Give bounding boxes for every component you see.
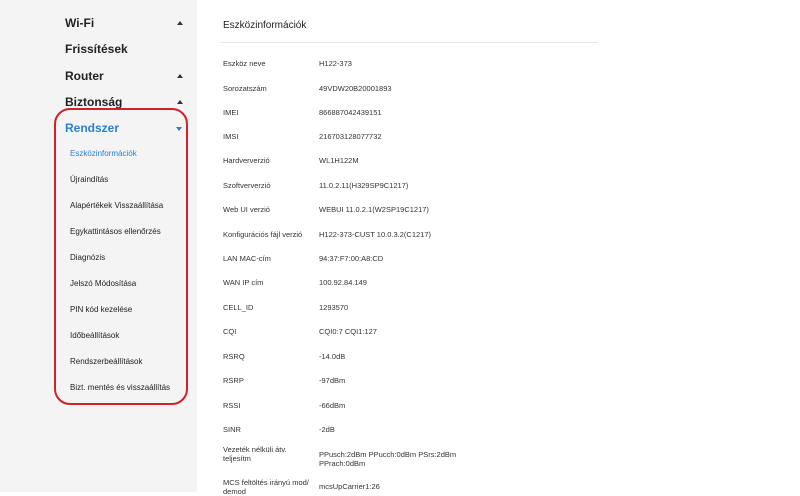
info-value-config: H122-373-CUST 10.0.3.2(C1217) <box>319 230 432 239</box>
info-label-wan-ip: WAN IP cím <box>223 278 264 287</box>
submenu-system-settings[interactable]: Rendszerbeállítások <box>70 357 142 366</box>
info-value-imsi: 216703128077732 <box>319 132 382 141</box>
menu-router[interactable]: Router <box>65 69 104 83</box>
info-label-webui: Web UI verzió <box>223 205 270 214</box>
chevron-up-icon[interactable] <box>177 21 183 25</box>
info-value-rsrq: -14.0dB <box>319 352 346 361</box>
submenu-time-settings[interactable]: Időbeállítások <box>70 331 119 340</box>
info-value-wan-ip: 100.92.84.149 <box>319 278 367 287</box>
chevron-up-icon[interactable] <box>177 74 183 78</box>
info-label-tx-power: Vezeték nélküli átv. teljesítm <box>223 445 287 463</box>
submenu-factory-reset[interactable]: Alapértékek Visszaállítása <box>70 201 163 210</box>
info-value-imei: 866887042439151 <box>319 108 382 117</box>
info-label-cell-id: CELL_ID <box>223 303 254 312</box>
submenu-change-password[interactable]: Jelszó Módosítása <box>70 279 136 288</box>
submenu-one-click-check[interactable]: Egykattintásos ellenőrzés <box>70 227 161 236</box>
info-label-lan-mac: LAN MAC-cím <box>223 254 271 263</box>
menu-security[interactable]: Biztonság <box>65 95 122 109</box>
info-label-rssi: RSSI <box>223 401 241 410</box>
title-divider <box>220 42 598 43</box>
menu-updates[interactable]: Frissítések <box>65 42 128 56</box>
info-value-rssi: -66dBm <box>319 401 346 410</box>
info-label-software: Szoftververzió <box>223 181 271 190</box>
submenu-device-info[interactable]: Eszközinformációk <box>70 149 137 158</box>
main-panel <box>197 0 800 492</box>
info-value-cell-id: 1293570 <box>319 303 349 312</box>
page-title: Eszközinformációk <box>223 20 307 31</box>
info-label-serial: Sorozatszám <box>223 84 267 93</box>
info-value-webui: WEBUI 11.0.2.1(W2SP19C1217) <box>319 205 429 214</box>
info-label-config: Konfigurációs fájl verzió <box>223 230 303 239</box>
menu-wifi[interactable]: Wi-Fi <box>65 16 94 30</box>
info-value-mcs-uplink: mcsUpCarrier1:26 <box>319 482 380 491</box>
info-value-serial: 49VDW20B20001893 <box>319 84 392 93</box>
info-label-imei: IMEI <box>223 108 239 117</box>
info-label-rsrq: RSRQ <box>223 352 245 361</box>
info-value-tx-power: PPusch:2dBm PPucch:0dBm PSrs:2dBm PPrach… <box>319 450 457 468</box>
info-value-device-name: H122-373 <box>319 59 352 68</box>
info-label-cqi: CQI <box>223 327 237 336</box>
info-value-rsrp: -97dBm <box>319 376 346 385</box>
chevron-up-icon[interactable] <box>177 100 183 104</box>
info-label-imsi: IMSI <box>223 132 239 141</box>
info-label-sinr: SINR <box>223 425 241 434</box>
info-label-rsrp: RSRP <box>223 376 244 385</box>
info-value-software: 11.0.2.11(H329SP9C1217) <box>319 181 409 190</box>
info-label-device-name: Eszköz neve <box>223 59 266 68</box>
info-value-sinr: -2dB <box>319 425 335 434</box>
submenu-backup-restore[interactable]: Bizt. mentés és visszaállítás <box>70 383 170 392</box>
chevron-down-icon[interactable] <box>176 127 182 131</box>
info-label-mcs-uplink: MCS feltöltés irányú mod/ demod <box>223 478 309 496</box>
menu-system[interactable]: Rendszer <box>65 121 119 135</box>
submenu-diagnosis[interactable]: Diagnózis <box>70 253 105 262</box>
submenu-pin-management[interactable]: PIN kód kezelése <box>70 305 132 314</box>
info-value-lan-mac: 94:37:F7:00:A8:CD <box>319 254 384 263</box>
info-value-cqi: CQI0:7 CQI1:127 <box>319 327 377 336</box>
info-value-hardware: WL1H122M <box>319 156 359 165</box>
submenu-reboot[interactable]: Újraindítás <box>70 175 108 184</box>
info-label-hardware: Hardververzió <box>223 156 270 165</box>
left-gutter <box>0 0 55 492</box>
